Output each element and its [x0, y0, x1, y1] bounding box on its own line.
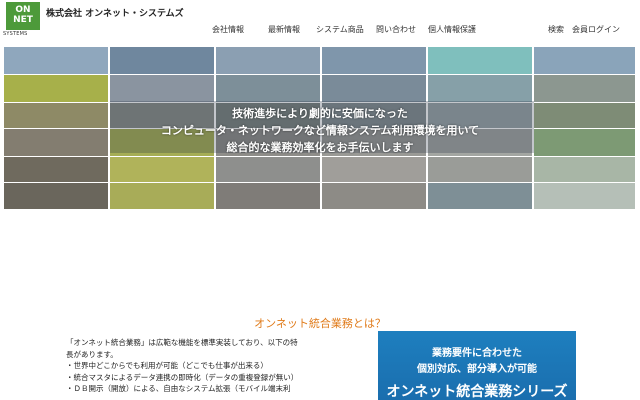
nav-privacy[interactable]: 個人情報保護 — [428, 24, 476, 35]
nav-login[interactable]: 会員ログイン — [572, 24, 620, 35]
nav-company[interactable]: 会社情報 — [212, 24, 244, 35]
hero-tile — [110, 157, 215, 183]
nav-news[interactable]: 最新情報 — [268, 24, 300, 35]
main-nav: 会社情報 最新情報 システム商品 問い合わせ 個人情報保護 検索 会員ログイン — [0, 24, 640, 38]
promo-line-2: 個別対応、部分導入が可能 — [417, 364, 537, 375]
hero-tile — [534, 183, 636, 210]
hero-tile — [428, 75, 533, 103]
hero-tile — [322, 47, 427, 75]
section-title: オンネット統合業務とは？ — [254, 317, 386, 330]
feature-item: ・世界中どこからでも利用が可能（どこでも仕事が出来る） — [66, 361, 268, 370]
hero-tile — [534, 157, 636, 183]
hero-tile — [534, 47, 636, 75]
hero-tile — [4, 75, 109, 103]
hero-tile — [428, 157, 533, 183]
hero-tile — [322, 157, 427, 183]
site-header: ON NET SYSTEMS 株式会社 オンネット・システムズ 会社情報 最新情… — [0, 0, 640, 47]
hero-tile — [534, 75, 636, 103]
feature-item: ・統合マスタによるデータ連携の即時化（データの重複登録が無い） — [66, 372, 299, 382]
hero-tile — [110, 183, 215, 210]
hero-headline-2: コンピュータ・ネットワークなど情報システム利用環境を用いて — [160, 124, 480, 137]
hero-tile — [4, 183, 109, 210]
hero-tile — [322, 75, 427, 103]
intro-text: 「オンネット統合業務」は広範な機能を標準実装しており、以下の特 長があります。 … — [66, 337, 366, 395]
company-name: 株式会社 オンネット・システムズ — [46, 9, 184, 19]
hero-tile — [216, 47, 321, 75]
hero-tile — [428, 47, 533, 75]
intro-line: 長があります。 — [66, 349, 118, 359]
hero-tile — [4, 47, 109, 75]
nav-search[interactable]: 検索 — [548, 24, 564, 35]
hero-headline-3: 総合的な業務効率化をお手伝いします — [226, 141, 414, 154]
hero-tile — [216, 183, 321, 210]
hero-tile — [110, 47, 215, 75]
nav-contact[interactable]: 問い合わせ — [376, 24, 416, 35]
feature-item: ・ＤＢ開示（開放）による、自由なシステム拡張（モバイル端末利 — [66, 384, 291, 393]
hero-tile — [4, 157, 109, 183]
hero-tile — [322, 183, 427, 210]
hero-banner: 技術進歩により劇的に安価になった コンピュータ・ネットワークなど情報システム利用… — [4, 47, 636, 210]
intro-line: 「オンネット統合業務」は広範な機能を標準実装しており、以下の特 — [66, 338, 298, 347]
hero-tile — [110, 75, 215, 103]
hero-tile — [428, 183, 533, 210]
hero-headline-1: 技術進歩により劇的に安価になった — [232, 107, 408, 120]
promo-banner[interactable]: 業務要件に合わせた 個別対応、部分導入が可能 オンネット統合業務シリーズ — [378, 331, 576, 400]
promo-title: オンネット統合業務シリーズ — [386, 384, 568, 400]
hero-tile — [216, 157, 321, 183]
hero-tile — [216, 75, 321, 103]
nav-products[interactable]: システム商品 — [316, 24, 364, 35]
promo-line-1: 業務要件に合わせた — [432, 348, 522, 359]
